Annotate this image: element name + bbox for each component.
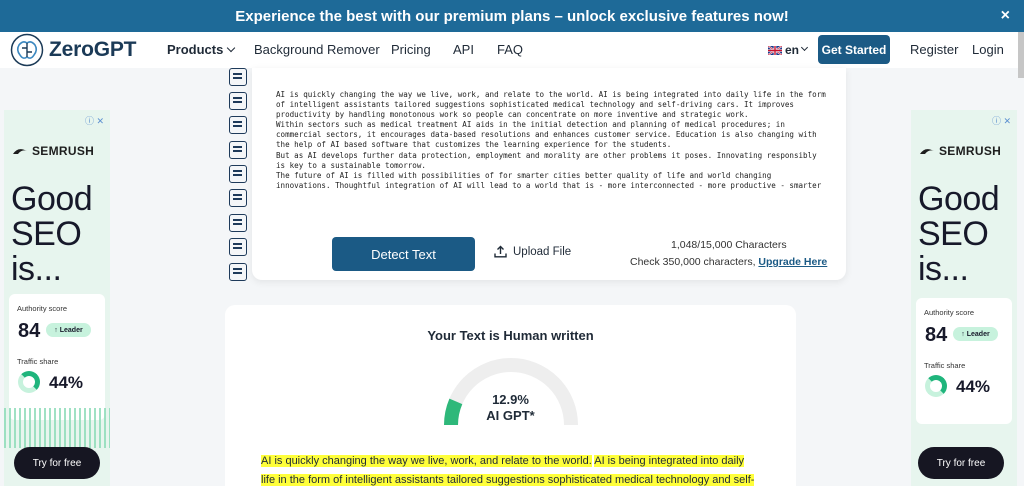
ad-brand: SEMRUSH [939,144,1002,158]
traffic-label: Traffic share [17,357,59,366]
ad-brand: SEMRUSH [32,144,95,158]
ai-brain-tool-icon[interactable] [229,116,247,134]
text-input-area[interactable]: AI is quickly changing the way we live, … [276,90,828,191]
authority-value: 84 [18,320,41,342]
logo-text: ZeroGPT [49,38,137,61]
login-link[interactable]: Login [972,42,1004,57]
ad-info-icon[interactable]: ⓘ ✕ [85,114,104,127]
get-started-button[interactable]: Get Started [818,35,890,64]
nav-faq[interactable]: FAQ [497,42,523,57]
donut-chart-icon [18,371,40,393]
promo-text: Experience the best with our premium pla… [235,7,789,25]
language-label: en [785,43,800,57]
ad-headline: Good SEO is... [11,180,93,288]
tool-sidebar [228,68,248,283]
document-tool-icon[interactable] [229,165,247,183]
ad-headline: Good SEO is... [918,180,1000,288]
result-title: Your Text is Human written [427,328,594,343]
authority-value: 84 [925,324,948,346]
semrush-flame-icon [13,149,27,154]
promo-banner: Experience the best with our premium pla… [0,0,1024,32]
brain-logo-icon [10,33,44,67]
semrush-logo: SEMRUSH [919,144,1001,158]
ad-left[interactable]: ⓘ ✕ SEMRUSH Good SEO is... Authority sco… [4,110,110,486]
upload-icon [494,245,507,258]
highlighted-sentence: AI is quickly changing the way we live, … [261,455,592,467]
ai-percent: 12.9% [492,392,529,407]
translator-tool-icon[interactable] [229,238,247,256]
close-icon[interactable]: × [1001,7,1010,25]
authority-label: Authority score [924,308,975,317]
ai-detector-tool-icon[interactable] [229,68,247,86]
register-link[interactable]: Register [910,42,958,57]
chevron-down-icon [227,43,236,53]
text-input-card: AI is quickly changing the way we live, … [252,68,846,280]
upload-file-label: Upload File [513,245,572,258]
donut-chart-icon [925,375,947,397]
nav-products-label: Products [167,42,224,57]
paraphraser-tool-icon[interactable] [229,214,247,232]
uk-flag-icon [768,45,782,55]
ad-try-free-button[interactable]: Try for free [918,447,1004,479]
check-characters-text: Check 350,000 characters, [630,256,756,268]
ad-decorative-bars [4,408,110,448]
ad-try-free-button[interactable]: Try for free [14,447,100,479]
character-count: 1,048/15,000 Characters [671,239,787,251]
nav-products[interactable]: Products [167,42,236,57]
language-selector[interactable]: en [768,43,809,57]
upgrade-notice: Check 350,000 characters, Upgrade Here [630,256,827,268]
detect-text-button[interactable]: Detect Text [332,237,475,271]
upload-file-button[interactable]: Upload File [494,245,571,258]
result-card: Your Text is Human written 12.9% AI GPT*… [225,305,796,486]
traffic-value: 44% [49,373,84,392]
leader-badge: ↑ Leader [953,327,998,341]
scrollbar-thumb[interactable] [1018,32,1024,78]
leader-badge: ↑ Leader [46,323,91,337]
chevron-down-icon [800,43,809,51]
grader-tool-icon[interactable] [229,141,247,159]
top-nav: ZeroGPT Products Background Remover Pric… [0,32,1024,68]
summarizer-tool-icon[interactable] [229,189,247,207]
nav-pricing[interactable]: Pricing [391,42,431,57]
traffic-label: Traffic share [924,361,966,370]
ad-stats-card: Authority score 84 ↑ Leader Traffic shar… [9,294,105,420]
ad-stats-card: Authority score 84 ↑ Leader Traffic shar… [916,298,1012,424]
nav-background-remover[interactable]: Background Remover [254,42,380,57]
word-counter-tool-icon[interactable] [229,263,247,281]
logo[interactable]: ZeroGPT [10,33,136,67]
upgrade-link[interactable]: Upgrade Here [758,256,827,268]
ad-right[interactable]: ⓘ ✕ SEMRUSH Good SEO is... Authority sco… [911,110,1017,486]
semrush-logo: SEMRUSH [12,144,94,158]
highlighted-result-text: AI is quickly changing the way we live, … [261,452,761,486]
ai-gpt-label: AI GPT* [486,408,535,423]
ad-info-icon[interactable]: ⓘ ✕ [992,114,1011,127]
semrush-flame-icon [920,149,934,154]
humanizer-tool-icon[interactable] [229,92,247,110]
authority-label: Authority score [17,304,68,313]
traffic-value: 44% [956,377,991,396]
nav-api[interactable]: API [453,42,474,57]
